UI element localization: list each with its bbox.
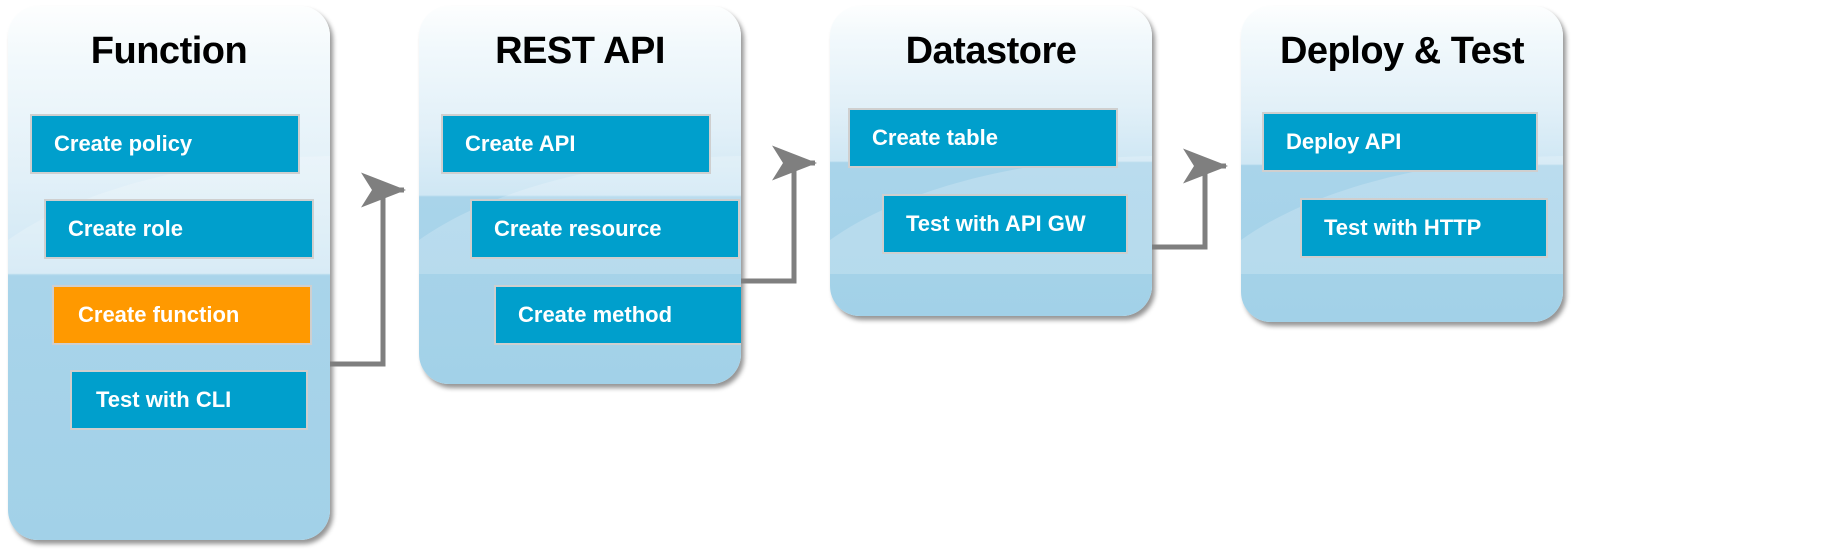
step-test-with-http[interactable]: Test with HTTP <box>1300 198 1548 258</box>
panel-datastore[interactable]: Datastore Create table Test with API GW <box>830 6 1152 316</box>
step-label: Test with API GW <box>906 211 1086 236</box>
step-label: Create policy <box>54 131 193 156</box>
panel-deploy-and-test[interactable]: Deploy & Test Deploy API Test with HTTP <box>1241 6 1563 322</box>
step-label: Create resource <box>494 216 662 241</box>
step-create-role[interactable]: Create role <box>44 199 314 259</box>
panel-title-deploy-and-test: Deploy & Test <box>1279 30 1525 72</box>
panel-title-rest-api: REST API <box>495 30 665 72</box>
step-label: Deploy API <box>1286 129 1402 154</box>
diagram-canvas: Function Create policy Create role Creat… <box>0 0 1828 550</box>
panel-rest-api[interactable]: REST API Create API Create resource Crea… <box>419 6 741 384</box>
step-label: Create API <box>465 131 576 156</box>
panel-title-datastore: Datastore <box>905 30 1077 72</box>
step-create-api[interactable]: Create API <box>441 114 711 174</box>
step-label: Create method <box>518 302 673 327</box>
connector-rest-api-to-datastore <box>741 145 817 284</box>
step-label: Create function <box>78 302 240 327</box>
step-test-with-api-gw[interactable]: Test with API GW <box>882 194 1128 254</box>
step-create-policy[interactable]: Create policy <box>30 114 300 174</box>
step-create-table[interactable]: Create table <box>848 108 1118 168</box>
step-deploy-api[interactable]: Deploy API <box>1262 112 1538 172</box>
step-label: Test with HTTP <box>1324 215 1482 240</box>
connector-datastore-to-deploy <box>1152 148 1228 250</box>
step-label: Create table <box>872 125 998 150</box>
step-create-method[interactable]: Create method <box>494 285 741 345</box>
step-create-resource[interactable]: Create resource <box>470 199 740 259</box>
step-test-with-cli[interactable]: Test with CLI <box>70 370 308 430</box>
step-create-function[interactable]: Create function <box>52 285 312 345</box>
panel-function[interactable]: Function Create policy Create role Creat… <box>8 6 330 540</box>
connector-function-to-rest-api <box>330 172 406 367</box>
step-label: Create role <box>68 216 183 241</box>
panel-title-function: Function <box>90 30 248 72</box>
step-label: Test with CLI <box>96 387 232 412</box>
